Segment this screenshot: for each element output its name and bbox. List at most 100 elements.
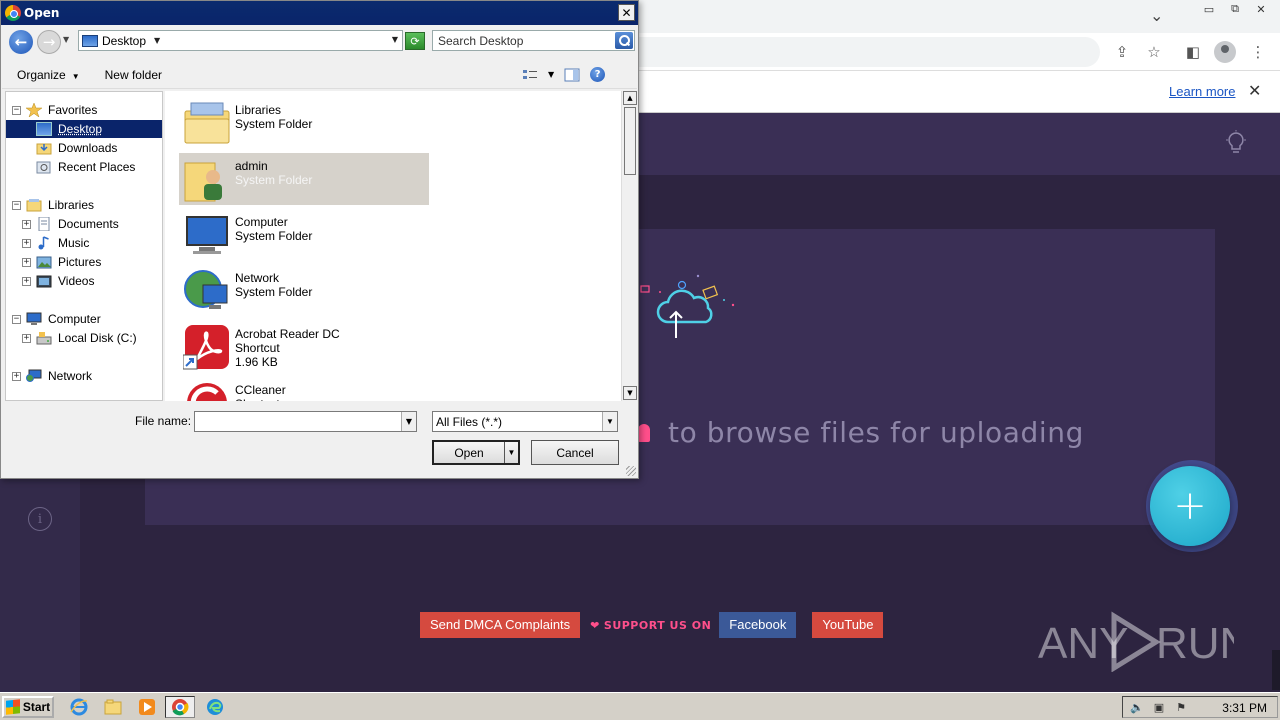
tree-libraries[interactable]: − Libraries: [12, 196, 96, 214]
dialog-close-button[interactable]: ✕: [618, 4, 635, 21]
file-explorer-icon[interactable]: [102, 697, 124, 717]
system-tray: 🔈 ▣ ⚑ 3:31 PM: [1122, 696, 1278, 718]
media-player-icon[interactable]: [136, 697, 158, 717]
file-name-dropdown-icon[interactable]: ▼: [401, 412, 416, 431]
tree-label: Favorites: [48, 103, 98, 117]
minimize-button[interactable]: ▭: [1198, 0, 1220, 18]
tree-videos[interactable]: + Videos: [22, 272, 96, 290]
start-label: Start: [22, 700, 51, 714]
file-name-input[interactable]: ▼: [194, 411, 417, 432]
collapse-icon[interactable]: −: [12, 200, 21, 210]
address-history-dropdown[interactable]: ▼: [392, 35, 398, 44]
help-icon[interactable]: ?: [590, 67, 606, 82]
side-panel-icon[interactable]: ◧: [1183, 42, 1203, 62]
recent-locations-dropdown[interactable]: ▼: [63, 35, 69, 44]
file-item-ccleaner[interactable]: CCleanerShortcut: [179, 377, 429, 401]
open-button[interactable]: Open ▼: [432, 440, 520, 465]
profile-avatar[interactable]: [1214, 41, 1236, 63]
resize-grip[interactable]: [626, 466, 636, 476]
close-window-button[interactable]: ✕: [1250, 0, 1272, 18]
tree-documents[interactable]: + Documents: [22, 215, 121, 233]
tree-downloads[interactable]: Downloads: [36, 139, 119, 157]
tree-recent-places[interactable]: Recent Places: [36, 158, 137, 176]
tree-pictures[interactable]: + Pictures: [22, 253, 103, 271]
file-item-acrobat[interactable]: Acrobat Reader DC Shortcut 1.96 KB: [179, 321, 429, 379]
edge-icon[interactable]: [204, 697, 226, 717]
facebook-button[interactable]: Facebook: [719, 612, 797, 638]
chrome-taskbar-icon[interactable]: [165, 696, 195, 718]
bookmark-star-icon[interactable]: ☆: [1144, 42, 1164, 62]
expand-icon[interactable]: +: [22, 276, 31, 286]
file-item-computer[interactable]: Computer System Folder: [179, 209, 429, 261]
change-view-icon[interactable]: [522, 68, 538, 82]
learn-more-link[interactable]: Learn more: [1169, 84, 1235, 99]
dmca-button[interactable]: Send DMCA Complaints: [420, 612, 581, 638]
location-breadcrumb[interactable]: Desktop ▼ ▼: [78, 30, 403, 51]
file-name: Network: [235, 271, 280, 285]
info-icon[interactable]: i: [28, 507, 52, 531]
file-type-filter[interactable]: All Files (*.*) ▼: [432, 411, 618, 432]
forward-button[interactable]: →: [37, 30, 61, 54]
refresh-button[interactable]: ⟳: [405, 32, 425, 50]
network-icon: [184, 270, 228, 309]
search-input[interactable]: Search Desktop: [432, 30, 635, 51]
expand-icon[interactable]: +: [22, 257, 31, 267]
collapse-icon[interactable]: −: [12, 105, 21, 115]
new-folder-button[interactable]: New folder: [90, 68, 172, 82]
breadcrumb-desktop[interactable]: Desktop: [102, 34, 146, 48]
view-options-dropdown[interactable]: ▼: [548, 70, 554, 79]
expand-icon[interactable]: +: [22, 333, 31, 343]
tree-desktop[interactable]: Desktop: [6, 120, 162, 138]
tab-search-chevron-icon[interactable]: ⌄: [1150, 6, 1163, 25]
file-item-network[interactable]: Network System Folder: [179, 265, 429, 317]
scroll-thumb[interactable]: [624, 107, 636, 175]
dialog-titlebar[interactable]: Open: [1, 1, 638, 25]
volume-icon[interactable]: 🔈: [1129, 700, 1145, 714]
organize-menu[interactable]: Organize ▼: [2, 68, 90, 82]
organize-dropdown-icon: ▼: [71, 71, 80, 81]
action-center-flag-icon[interactable]: ⚑: [1173, 700, 1189, 714]
filter-dropdown-icon[interactable]: ▼: [602, 412, 617, 431]
tree-label: Pictures: [58, 255, 102, 269]
tree-label: Documents: [58, 217, 119, 231]
start-button[interactable]: Start: [2, 696, 54, 718]
network-status-icon[interactable]: ▣: [1151, 700, 1167, 714]
menu-kebab-icon[interactable]: ⋮: [1248, 42, 1268, 62]
expand-icon[interactable]: +: [22, 219, 31, 229]
expand-icon[interactable]: +: [22, 238, 31, 248]
file-list-scrollbar[interactable]: ▲ ▼: [621, 91, 637, 401]
tree-local-disk[interactable]: + Local Disk (C:): [22, 329, 139, 347]
file-type: System Folder: [235, 173, 313, 187]
breadcrumb-chevron-icon[interactable]: ▼: [154, 36, 160, 45]
user-folder-icon: [184, 162, 222, 202]
search-icon[interactable]: [615, 32, 633, 49]
tree-network[interactable]: + Network: [12, 367, 94, 385]
clock[interactable]: 3:31 PM: [1222, 701, 1267, 715]
cancel-button[interactable]: Cancel: [531, 440, 619, 465]
page-scrollbar[interactable]: [1272, 650, 1280, 690]
youtube-button[interactable]: YouTube: [812, 612, 884, 638]
expand-icon[interactable]: +: [12, 371, 21, 381]
lightbulb-icon[interactable]: [1224, 130, 1248, 156]
add-file-button[interactable]: +: [1150, 466, 1230, 546]
pictures-icon: [36, 256, 52, 269]
view-controls: ▼ ?: [522, 67, 606, 82]
preview-pane-icon[interactable]: [564, 68, 580, 82]
tree-computer[interactable]: − Computer: [12, 310, 103, 328]
tree-music[interactable]: + Music: [22, 234, 91, 252]
share-icon[interactable]: ⇪: [1112, 42, 1132, 62]
navigation-tree: − Favorites Desktop Downloads Recent Pla…: [5, 91, 163, 401]
file-item-admin[interactable]: admin System Folder: [179, 153, 429, 205]
tree-favorites[interactable]: − Favorites: [12, 101, 99, 119]
scroll-up-arrow[interactable]: ▲: [623, 91, 637, 105]
infobar-close-icon[interactable]: ✕: [1248, 81, 1261, 100]
restore-button[interactable]: ⧉: [1224, 0, 1246, 18]
open-split-dropdown-icon[interactable]: ▼: [504, 442, 518, 463]
window-controls: ▭ ⧉ ✕: [1198, 0, 1272, 18]
scroll-down-arrow[interactable]: ▼: [623, 386, 637, 400]
collapse-icon[interactable]: −: [12, 314, 21, 324]
upload-highlight-mark: [638, 424, 650, 442]
file-item-libraries[interactable]: Libraries System Folder: [179, 97, 429, 149]
back-button[interactable]: ←: [9, 30, 33, 54]
internet-explorer-icon[interactable]: [68, 697, 90, 717]
